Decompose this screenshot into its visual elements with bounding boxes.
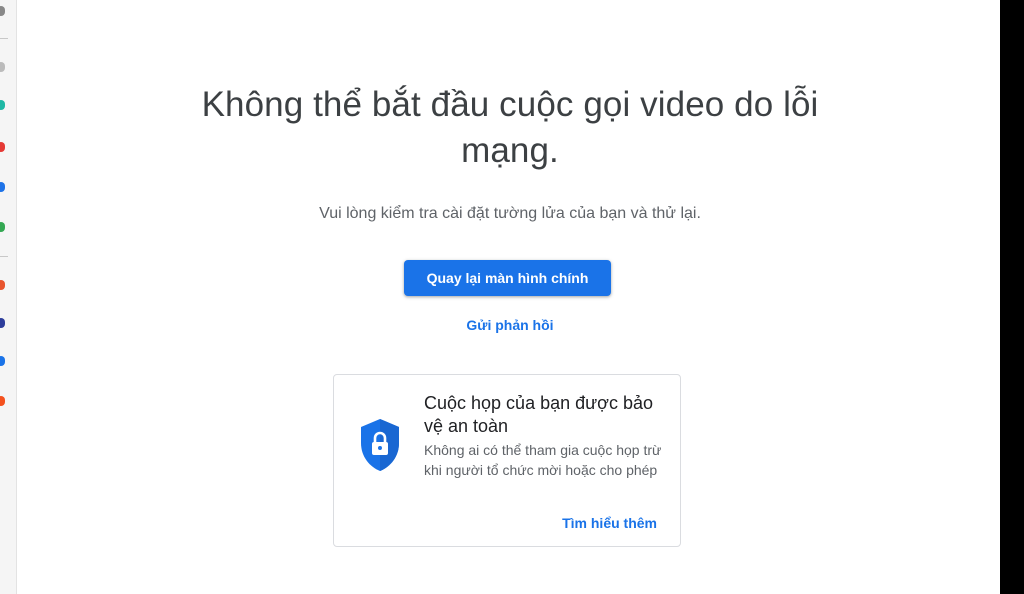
strip-icon bbox=[0, 280, 5, 290]
strip-divider bbox=[0, 256, 8, 257]
shield-lock-icon bbox=[358, 417, 402, 473]
strip-icon bbox=[0, 396, 5, 406]
learn-more-link[interactable]: Tìm hiểu thêm bbox=[562, 515, 657, 531]
browser-side-strip bbox=[0, 0, 17, 594]
error-heading: Không thể bắt đầu cuộc gọi video do lỗi … bbox=[201, 85, 819, 170]
strip-icon bbox=[0, 6, 5, 16]
security-info-card: Cuộc họp của bạn được bảo vệ an toàn Khô… bbox=[333, 374, 681, 547]
strip-icon bbox=[0, 318, 5, 328]
strip-icon bbox=[0, 142, 5, 152]
strip-divider bbox=[0, 38, 8, 39]
strip-icon bbox=[0, 222, 5, 232]
screen-edge bbox=[1000, 0, 1024, 594]
strip-icon bbox=[0, 356, 5, 366]
error-subtext: Vui lòng kiểm tra cài đặt tường lửa của … bbox=[319, 205, 701, 222]
card-title: Cuộc họp của bạn được bảo vệ an toàn bbox=[424, 393, 654, 436]
send-feedback-link[interactable]: Gửi phản hồi bbox=[410, 317, 610, 333]
strip-icon bbox=[0, 182, 5, 192]
strip-icon bbox=[0, 100, 5, 110]
strip-icon bbox=[0, 62, 5, 72]
card-description: Không ai có thể tham gia cuộc họp trừ kh… bbox=[424, 442, 662, 478]
return-home-button[interactable]: Quay lại màn hình chính bbox=[404, 260, 611, 296]
